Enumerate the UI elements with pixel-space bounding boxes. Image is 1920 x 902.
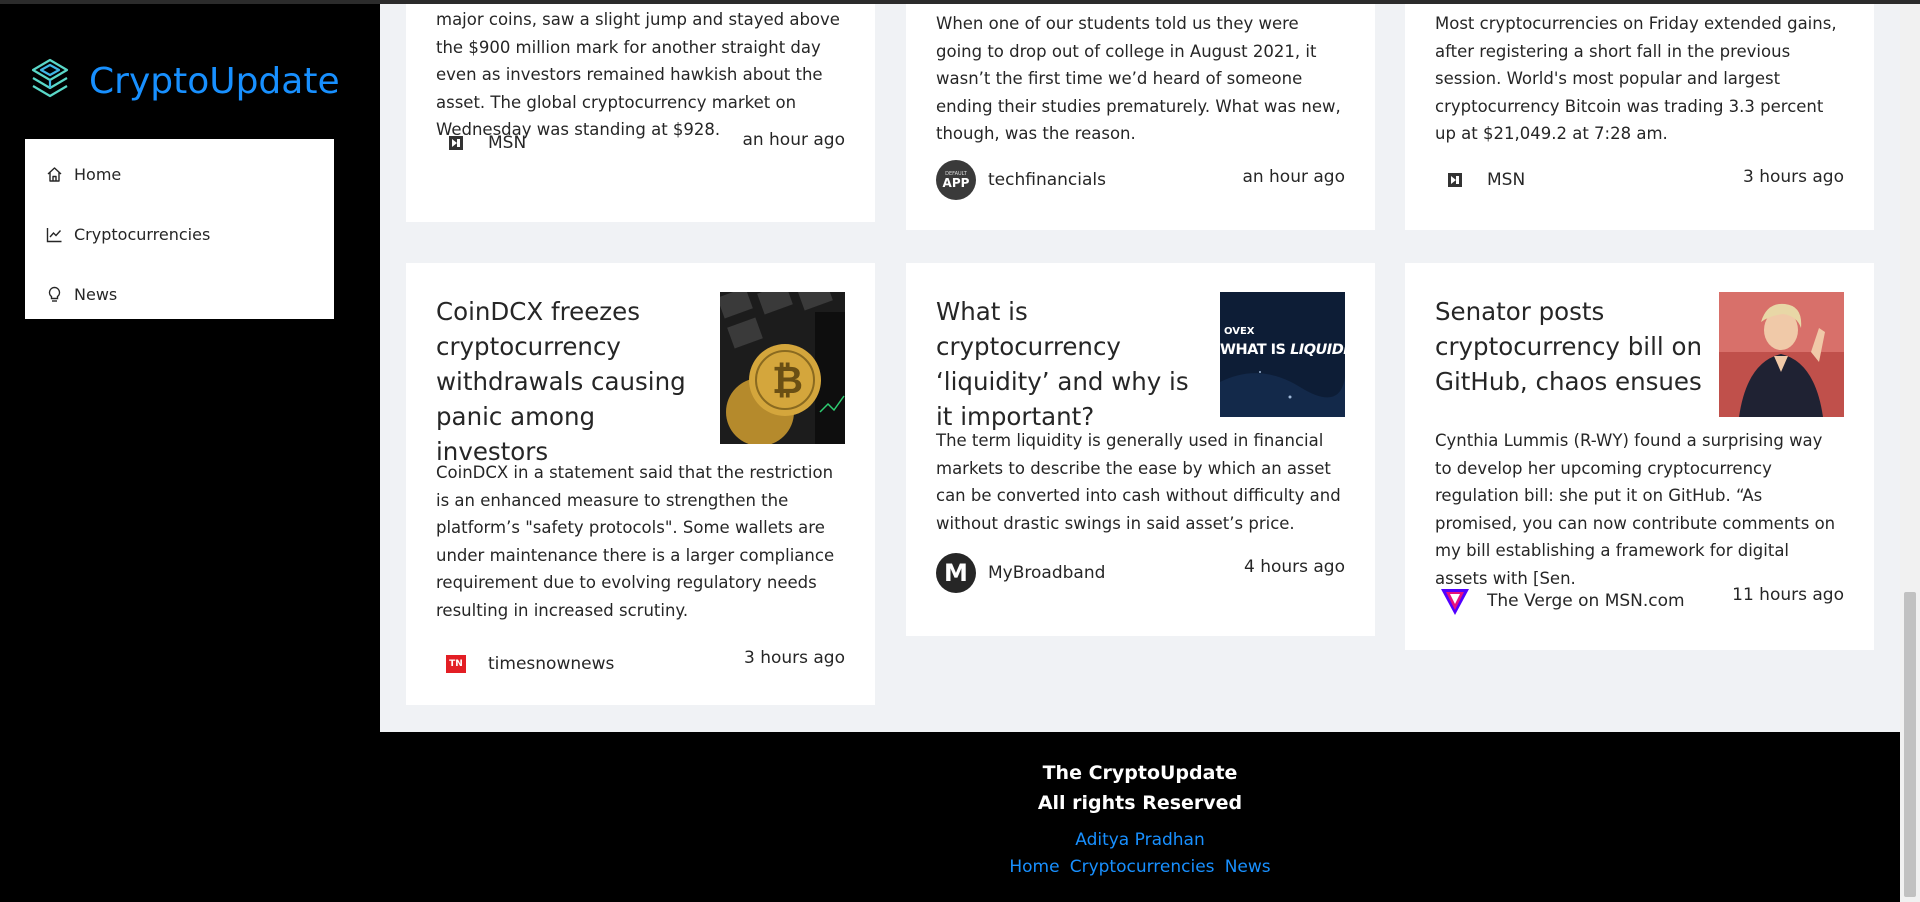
news-description: When one of our students told us they we…	[936, 14, 1341, 143]
mybroadband-logo-icon: M	[936, 553, 976, 593]
home-icon	[45, 165, 63, 183]
news-card[interactable]: What is cryptocurrency ‘liquidity’ and w…	[906, 263, 1375, 636]
msn-logo-icon	[436, 123, 476, 163]
news-description: Cynthia Lummis (R-WY) found a surprising…	[1435, 431, 1836, 588]
news-card[interactable]: Senator posts cryptocurrency bill on Git…	[1405, 263, 1874, 650]
news-time: an hour ago	[1242, 167, 1345, 187]
msn-logo-icon	[1435, 160, 1475, 200]
footer-author-link[interactable]: Aditya Pradhan	[1075, 830, 1205, 850]
menu-item-news[interactable]: News	[25, 274, 334, 314]
menu-item-label: News	[74, 284, 118, 304]
provider-name: MyBroadband	[988, 563, 1106, 583]
news-provider: The Verge on MSN.com	[1435, 581, 1685, 621]
provider-name: techfinancials	[988, 170, 1106, 190]
provider-name: The Verge on MSN.com	[1487, 591, 1685, 611]
news-time: 4 hours ago	[1243, 557, 1345, 577]
thumb-heading: WHAT IS LIQUIDIT	[1220, 342, 1345, 358]
footer-rights: All rights Reserved	[1037, 792, 1243, 814]
news-card[interactable]: When one of our students told us they we…	[906, 4, 1375, 230]
news-provider: MSN	[436, 123, 526, 163]
news-provider: M MyBroadband	[936, 553, 1105, 593]
provider-name: timesnownews	[488, 654, 615, 674]
ovex-brand: OVEX	[1224, 326, 1255, 337]
news-description: The term liquidity is generally used in …	[936, 431, 1341, 533]
footer-link-home[interactable]: Home	[1009, 857, 1059, 877]
menu-item-home[interactable]: Home	[25, 154, 334, 194]
news-card[interactable]: Most cryptocurrencies on Friday extended…	[1405, 4, 1874, 230]
default-app-logo-icon: DEFAULT APP	[936, 160, 976, 200]
news-time: 3 hours ago	[1742, 167, 1844, 187]
news-title: What is cryptocurrency ‘liquidity’ and w…	[936, 297, 1189, 431]
news-provider: TN timesnownews	[436, 644, 614, 684]
menu-item-label: Home	[74, 164, 122, 184]
footer-link-cryptocurrencies[interactable]: Cryptocurrencies	[1070, 857, 1215, 877]
footer: The CryptoUpdate All rights Reserved Adi…	[380, 732, 1900, 902]
provider-name: MSN	[1487, 170, 1526, 190]
nav-menu: Home Cryptocurrencies News	[25, 139, 334, 319]
timesnow-logo-icon: TN	[436, 644, 476, 684]
news-time: 11 hours ago	[1732, 585, 1844, 605]
bitcoin-symbol: ₿	[772, 358, 803, 402]
menu-item-cryptocurrencies[interactable]: Cryptocurrencies	[25, 214, 334, 254]
provider-name: MSN	[488, 133, 527, 153]
news-card[interactable]: major coins, saw a slight jump and staye…	[406, 4, 875, 222]
news-thumbnail: OVEX WHAT IS LIQUIDIT	[1220, 292, 1345, 417]
crypto-logo-icon	[30, 56, 70, 106]
scrollbar-thumb[interactable]	[1904, 592, 1916, 897]
brand-title: CryptoUpdate	[89, 60, 340, 102]
news-provider: DEFAULT APP techfinancials	[936, 160, 1106, 200]
news-provider: MSN	[1435, 160, 1525, 200]
news-title: Senator posts cryptocurrency bill on Git…	[1435, 297, 1702, 396]
news-title: CoinDCX freezes cryptocurrency withdrawa…	[436, 297, 686, 466]
news-feed: major coins, saw a slight jump and staye…	[380, 4, 1900, 732]
news-thumbnail	[1719, 292, 1844, 417]
bulb-icon	[45, 285, 63, 303]
news-time: an hour ago	[742, 130, 845, 150]
menu-item-label: Cryptocurrencies	[74, 224, 211, 244]
news-card[interactable]: CoinDCX freezes cryptocurrency withdrawa…	[406, 263, 875, 705]
news-thumbnail: ₿	[720, 292, 845, 444]
brand[interactable]: CryptoUpdate	[30, 56, 340, 106]
news-time: 3 hours ago	[743, 648, 845, 668]
the-verge-logo-icon	[1435, 581, 1475, 621]
sidebar: CryptoUpdate Home Cryptocurrencies News	[0, 4, 380, 902]
line-chart-icon	[45, 225, 63, 243]
footer-title: The CryptoUpdate	[1042, 762, 1238, 784]
footer-link-news[interactable]: News	[1225, 857, 1271, 877]
page-scrollbar[interactable]	[1900, 4, 1920, 902]
news-description: CoinDCX in a statement said that the res…	[436, 463, 835, 620]
news-description: Most cryptocurrencies on Friday extended…	[1435, 14, 1837, 143]
